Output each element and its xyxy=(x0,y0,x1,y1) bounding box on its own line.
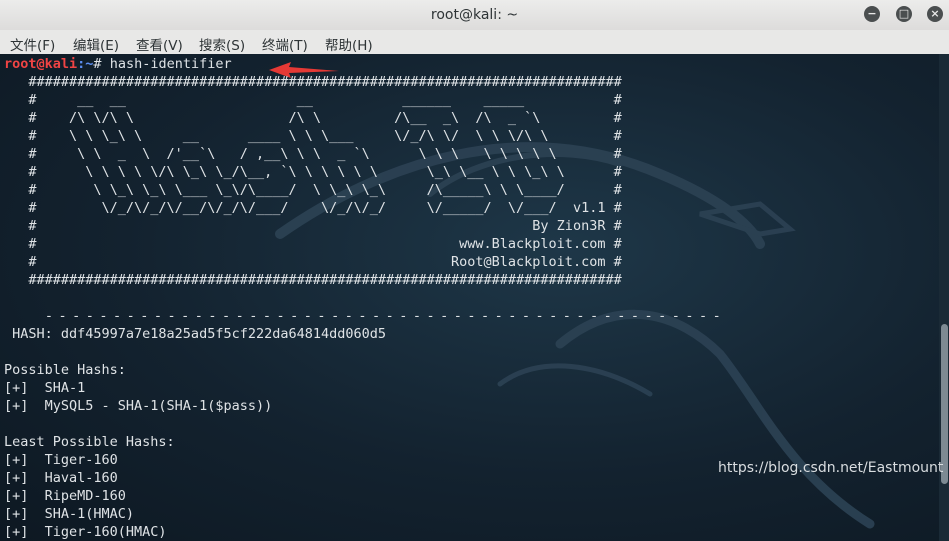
prompt-user: root@kali xyxy=(4,56,78,72)
banner-line: # \ \_\ \_\ \___ \_\/\____/ \ \_\ \_\ /\… xyxy=(4,182,622,198)
least-item: [+] Tiger-160 xyxy=(4,452,118,468)
menu-view[interactable]: 查看(V) xyxy=(136,34,183,54)
least-item: [+] Haval-160 xyxy=(4,470,118,486)
minimize-icon[interactable]: − xyxy=(864,6,880,22)
banner-line: # \ \ \ \ \/\ \_\ \_/\__, `\ \ \ \ \ \ \… xyxy=(4,164,622,180)
least-item: [+] RipeMD-160 xyxy=(4,488,126,504)
prompt-symbol: # xyxy=(93,56,110,72)
banner-line: # \/_/\/_/\/__/\/_/\/___/ \/_/\/_/ \/___… xyxy=(4,200,622,216)
separator-line: ----------------------------------------… xyxy=(4,308,727,324)
banner-line: ########################################… xyxy=(4,74,622,90)
possible-item: [+] MySQL5 - SHA-1(SHA-1($pass)) xyxy=(4,398,273,414)
command-text: hash-identifier xyxy=(109,56,232,72)
banner-line: # Root@Blackploit.com # xyxy=(4,254,622,270)
least-item: [+] Tiger-160(HMAC) xyxy=(4,524,167,540)
banner-line: ########################################… xyxy=(4,272,622,288)
menu-file[interactable]: 文件(F) xyxy=(10,34,55,54)
menu-edit[interactable]: 编辑(E) xyxy=(73,34,119,54)
prompt-path: :~ xyxy=(77,56,94,72)
banner-line: # \ \ \_\ \ __ ____ \ \ \___ \/_/\ \/ \ … xyxy=(4,128,622,144)
title-bar: root@kali: ~ − □ × xyxy=(0,0,949,30)
possible-heading: Possible Hashs: xyxy=(4,362,126,378)
hash-line: HASH: ddf45997a7e18a25ad5f5cf222da64814d… xyxy=(4,326,387,342)
window-title: root@kali: ~ xyxy=(430,7,519,23)
maximize-icon[interactable]: □ xyxy=(896,6,912,22)
banner-line: # __ __ __ ______ _____ # xyxy=(4,92,622,108)
menu-search[interactable]: 搜索(S) xyxy=(199,34,245,54)
prompt-line: root@kali:~# hash-identifier xyxy=(4,55,232,73)
menu-bar: 文件(F) 编辑(E) 查看(V) 搜索(S) 终端(T) 帮助(H) xyxy=(0,30,949,55)
possible-item: [+] SHA-1 xyxy=(4,380,86,396)
banner-line: # /\ \/\ \ /\ \ /\__ _\ /\ _ `\ # xyxy=(4,110,622,126)
close-icon[interactable]: × xyxy=(927,6,943,22)
banner-line: # \ \ _ \ /'__`\ / ,__\ \ \ _ `\ \ \ \ \… xyxy=(4,146,622,162)
banner-line: # By Zion3R # xyxy=(4,218,622,234)
least-heading: Least Possible Hashs: xyxy=(4,434,175,450)
watermark: https://blog.csdn.net/Eastmount xyxy=(718,460,944,476)
menu-terminal[interactable]: 终端(T) xyxy=(262,34,308,54)
banner-line: # www.Blackploit.com # xyxy=(4,236,622,252)
least-item: [+] SHA-1(HMAC) xyxy=(4,506,135,522)
menu-help[interactable]: 帮助(H) xyxy=(325,34,373,54)
